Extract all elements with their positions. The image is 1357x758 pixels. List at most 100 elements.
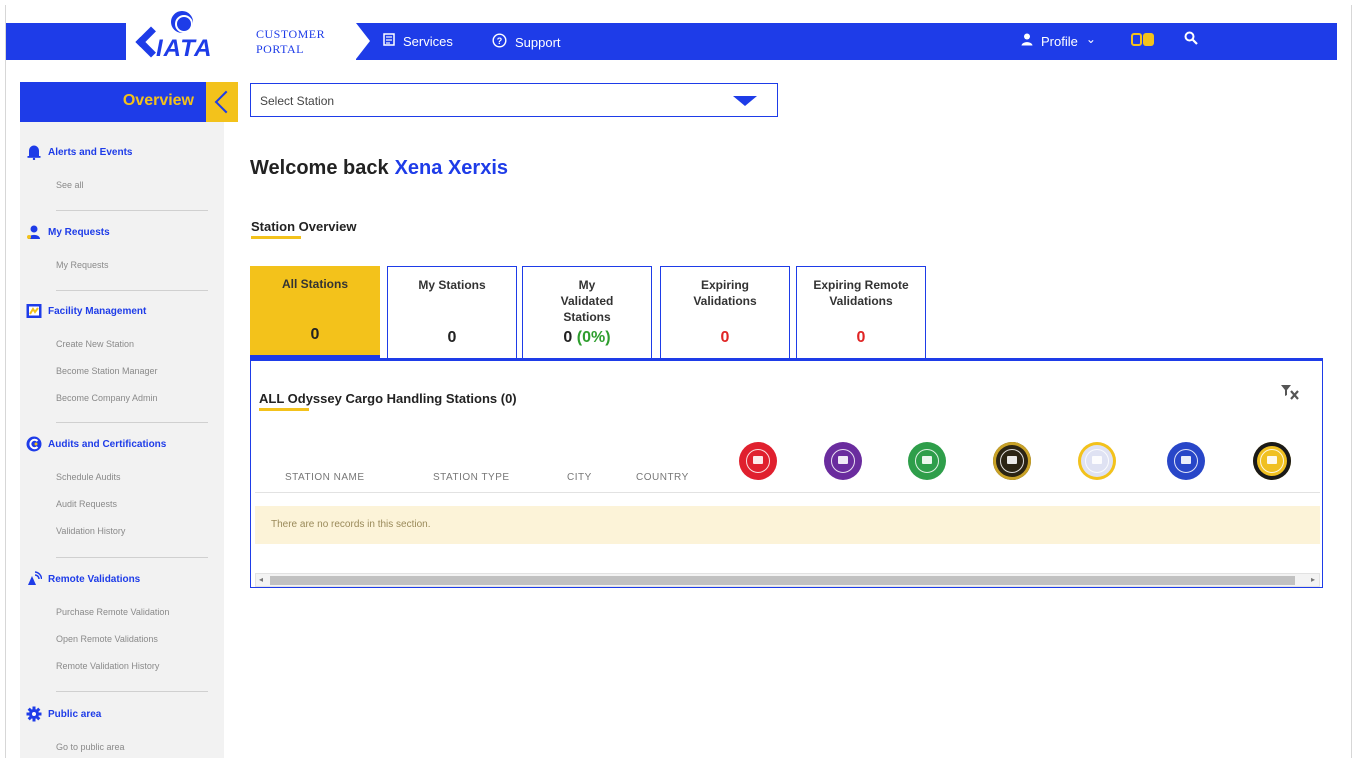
user-icon [1021, 33, 1033, 49]
sidebar-item-go-to-public-area[interactable]: Go to public area [56, 742, 125, 752]
sidebar-heading-label: Audits and Certifications [48, 438, 167, 450]
sidebar-item-validation-history[interactable]: Validation History [56, 526, 125, 536]
sidebar-title: Overview [122, 92, 194, 109]
iata-logo[interactable]: IATA [126, 9, 252, 62]
column-station-type[interactable]: STATION TYPE [433, 472, 510, 483]
sidebar-divider [56, 691, 208, 692]
card-all-stations[interactable]: All Stations 0 [250, 266, 380, 364]
black-gold-seal-icon[interactable] [993, 442, 1031, 480]
sidebar-item-purchase-remote-validation[interactable]: Purchase Remote Validation [56, 607, 169, 617]
card-expiring-remote-validations[interactable]: Expiring Remote Validations 0 [796, 266, 926, 358]
card-value: 0 [310, 326, 320, 343]
nav-support-label: Support [515, 34, 561, 50]
user-name: Xena Xerxis [394, 157, 509, 179]
stations-table-panel: ALL Odyssey Cargo Handling Stations (0) … [250, 358, 1323, 588]
column-country[interactable]: COUNTRY [636, 472, 689, 483]
sidebar-item-create-station[interactable]: Create New Station [56, 339, 134, 349]
gear-icon [26, 706, 42, 722]
profile-label: Profile [1041, 33, 1078, 49]
light-seal-icon[interactable] [1078, 442, 1116, 480]
sidebar-item-schedule-audits[interactable]: Schedule Audits [56, 472, 121, 482]
sidebar-heading-alerts[interactable]: Alerts and Events [26, 144, 133, 161]
sidebar-heading-remote[interactable]: Remote Validations [26, 571, 140, 587]
nav-support[interactable]: ? Support [492, 33, 561, 51]
top-navigation-bar: IATA CUSTOMER PORTAL Services ? Support … [6, 9, 1337, 62]
station-select[interactable]: Select Station [250, 83, 778, 117]
red-seal-icon[interactable] [739, 442, 777, 480]
horizontal-scrollbar[interactable]: ◂ ▸ [255, 573, 1320, 587]
sidebar-heading-audits[interactable]: Audits and Certifications [26, 436, 166, 452]
sidebar-item-become-station-manager[interactable]: Become Station Manager [56, 366, 158, 376]
purple-seal-icon[interactable] [824, 442, 862, 480]
empty-state-row: There are no records in this section. [255, 506, 1320, 544]
remote-validation-icon [26, 571, 43, 587]
bell-icon [26, 144, 42, 161]
scroll-left-icon[interactable]: ◂ [259, 575, 263, 584]
card-label: Expiring Remote Validations [813, 278, 909, 308]
search-icon [1184, 31, 1198, 48]
column-city[interactable]: CITY [567, 472, 592, 483]
sidebar-item-become-company-admin[interactable]: Become Company Admin [56, 393, 158, 403]
card-label: All Stations [281, 277, 348, 291]
yellow-black-seal-icon[interactable] [1253, 442, 1291, 480]
sidebar-item-open-remote-validations[interactable]: Open Remote Validations [56, 634, 158, 644]
column-station-name[interactable]: STATION NAME [285, 472, 365, 483]
nav-services[interactable]: Services [383, 33, 453, 49]
card-label: Expiring Validations [693, 278, 757, 308]
sidebar: Overview Alerts and Events See all My Re… [20, 82, 238, 758]
sidebar-collapse-button[interactable] [206, 82, 238, 122]
customer-portal-label[interactable]: CUSTOMER PORTAL [252, 23, 370, 60]
sidebar-heading-label: Remote Validations [48, 573, 141, 585]
svg-text:?: ? [497, 36, 503, 46]
sidebar-divider [56, 557, 208, 558]
stations-table-title: ALL Odyssey Cargo Handling Stations (0) [259, 391, 517, 406]
sidebar-heading-label: Alerts and Events [48, 146, 133, 158]
green-seal-icon[interactable] [908, 442, 946, 480]
sidebar-heading-label: My Requests [48, 226, 110, 238]
sidebar-heading-label: Public area [48, 708, 102, 720]
search-button[interactable] [1184, 31, 1198, 48]
table-header-divider [255, 492, 1320, 493]
scrollbar-thumb[interactable] [270, 576, 1295, 585]
card-my-validated-stations[interactable]: My Validated Stations 0 (0%) [522, 266, 652, 358]
card-my-stations[interactable]: My Stations 0 [387, 266, 517, 358]
help-circle-icon: ? [492, 33, 507, 51]
card-label: My Validated Stations [560, 278, 614, 324]
sidebar-divider [56, 210, 208, 211]
company-switch-icon[interactable] [1131, 32, 1155, 48]
clear-filters-icon[interactable] [1280, 383, 1300, 406]
table-title-underline [259, 408, 309, 411]
sidebar-heading-requests[interactable]: My Requests [26, 224, 110, 240]
portal-line-1: CUSTOMER [256, 27, 326, 41]
portal-line-2: PORTAL [256, 42, 304, 56]
nav-services-label: Services [403, 33, 453, 49]
sidebar-heading-public[interactable]: Public area [26, 706, 101, 722]
chevron-down-icon [733, 96, 757, 106]
services-icon [383, 33, 395, 49]
station-overview-label: Station Overview [251, 219, 357, 234]
scroll-right-icon[interactable]: ▸ [1311, 575, 1315, 584]
card-value: 0 [447, 329, 457, 346]
welcome-heading: Welcome back Xena Xerxis [250, 157, 508, 180]
card-value: 0 [563, 329, 573, 346]
sidebar-item-remote-validation-history[interactable]: Remote Validation History [56, 661, 159, 671]
sidebar-item-audit-requests[interactable]: Audit Requests [56, 499, 117, 509]
card-value-group: 0 (0%) [523, 329, 651, 347]
blue-seal-icon[interactable] [1167, 442, 1205, 480]
sidebar-heading-facility[interactable]: Facility Management [26, 303, 146, 319]
card-expiring-validations[interactable]: Expiring Validations 0 [660, 266, 790, 358]
chevron-down-icon: ⌄ [1085, 32, 1096, 46]
audit-icon [26, 436, 42, 452]
profile-menu[interactable]: Profile ⌄ [1021, 32, 1096, 49]
sidebar-divider [56, 422, 208, 423]
user-request-icon [26, 224, 42, 240]
sidebar-item-see-all[interactable]: See all [56, 180, 84, 190]
sidebar-heading-label: Facility Management [48, 305, 147, 317]
card-value-percent: (0%) [576, 329, 611, 346]
sidebar-divider [56, 290, 208, 291]
sidebar-item-my-requests[interactable]: My Requests [56, 260, 109, 270]
sidebar-header: Overview [20, 82, 238, 122]
logo-text: IATA [156, 35, 213, 62]
facility-icon [26, 303, 42, 319]
card-value: 0 [720, 329, 730, 346]
